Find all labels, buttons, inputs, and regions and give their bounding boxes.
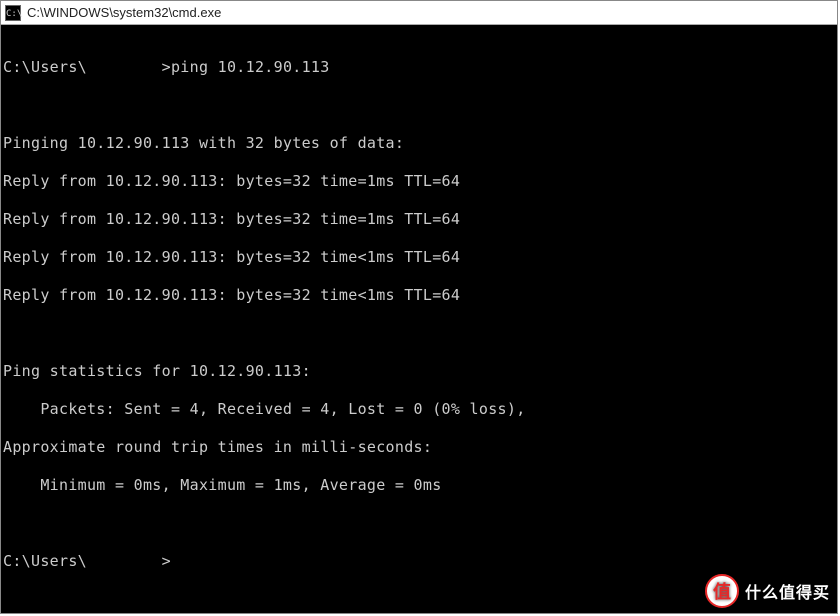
rtt-values: Minimum = 0ms, Maximum = 1ms, Average = … bbox=[3, 476, 835, 495]
watermark-badge: 值 bbox=[705, 574, 739, 608]
cmd-window: C:\ C:\WINDOWS\system32\cmd.exe C:\Users… bbox=[0, 0, 838, 614]
redacted-username bbox=[87, 552, 162, 571]
ping-reply: Reply from 10.12.90.113: bytes=32 time<1… bbox=[3, 248, 835, 267]
ping-reply: Reply from 10.12.90.113: bytes=32 time<1… bbox=[3, 286, 835, 305]
rtt-header: Approximate round trip times in milli-se… bbox=[3, 438, 835, 457]
watermark: 值 什么值得买 bbox=[705, 574, 830, 608]
ping-reply: Reply from 10.12.90.113: bytes=32 time=1… bbox=[3, 210, 835, 229]
window-title: C:\WINDOWS\system32\cmd.exe bbox=[27, 5, 221, 20]
prompt: C:\Users\ bbox=[3, 552, 87, 570]
watermark-text: 什么值得买 bbox=[745, 579, 830, 603]
command-1: >ping 10.12.90.113 bbox=[162, 58, 330, 76]
title-bar[interactable]: C:\ C:\WINDOWS\system32\cmd.exe bbox=[1, 1, 837, 25]
stats-packets: Packets: Sent = 4, Received = 4, Lost = … bbox=[3, 400, 835, 419]
stats-header: Ping statistics for 10.12.90.113: bbox=[3, 362, 835, 381]
prompt: C:\Users\ bbox=[3, 58, 87, 76]
ping-header-1: Pinging 10.12.90.113 with 32 bytes of da… bbox=[3, 134, 835, 153]
prompt-end: > bbox=[162, 552, 171, 570]
console-output[interactable]: C:\Users\ >ping 10.12.90.113 Pinging 10.… bbox=[1, 25, 837, 613]
cmd-icon: C:\ bbox=[5, 5, 21, 21]
redacted-username bbox=[87, 58, 162, 77]
ping-reply: Reply from 10.12.90.113: bytes=32 time=1… bbox=[3, 172, 835, 191]
